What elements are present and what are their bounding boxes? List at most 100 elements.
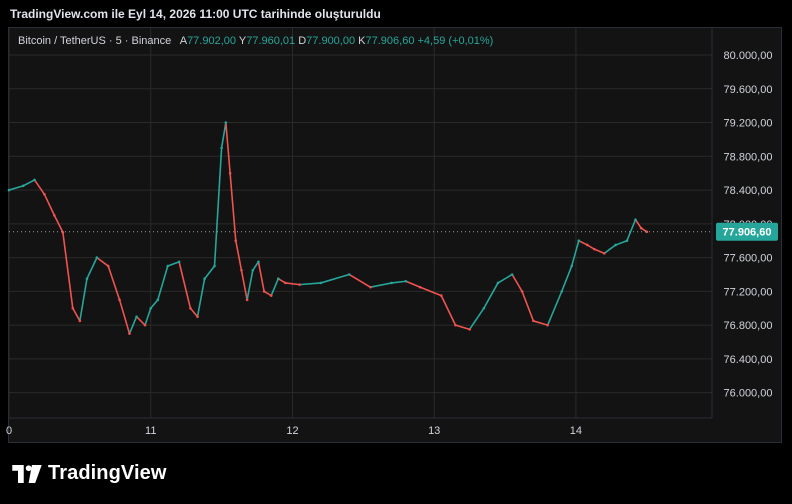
price-point [577, 239, 581, 243]
price-segment [225, 121, 231, 174]
price-segment [270, 277, 280, 297]
price-segment [390, 280, 407, 284]
price-segment [33, 179, 46, 196]
close-value: 77.906,60 [365, 35, 415, 47]
price-segment [577, 239, 589, 246]
price-segment [497, 273, 513, 284]
price-point [85, 277, 89, 281]
price-point [482, 306, 486, 310]
price-chart[interactable]: 80.000,00 79.600,00 79.200,00 78.800,00 78.4… [0, 0, 792, 504]
x-tick-label: 14 [570, 425, 582, 437]
price-point [213, 264, 216, 268]
y-tick-label: 79.200,00 [724, 118, 773, 130]
price-segment [511, 273, 523, 293]
price-segment [79, 277, 88, 322]
high-value: 77.960,01 [246, 35, 296, 47]
price-segment [521, 290, 535, 322]
price-point [634, 218, 637, 221]
price-segment [440, 294, 457, 326]
y-tick-label: 80.000,00 [724, 50, 773, 62]
price-segment [570, 239, 580, 267]
price-point [510, 273, 514, 276]
price-segment [166, 261, 180, 267]
price-point [390, 281, 393, 285]
price-point [224, 121, 228, 124]
price-segment [196, 277, 206, 318]
price-segment [189, 307, 199, 318]
x-tick-label: 12 [286, 425, 298, 437]
price-segment [468, 307, 485, 331]
price-segment [240, 269, 248, 301]
price-point [7, 188, 11, 192]
price-point [245, 298, 249, 302]
price-segment [71, 307, 81, 322]
price-segment [229, 172, 237, 242]
price-point [570, 264, 573, 268]
price-point [614, 243, 617, 247]
price-segment [234, 239, 243, 272]
price-segment [220, 121, 227, 149]
price-segment [251, 261, 260, 272]
y-tick-label: 78.400,00 [724, 185, 773, 197]
x-tick-label: 13 [428, 425, 440, 437]
tradingview-logo-icon [12, 464, 42, 483]
price-segment [348, 273, 372, 288]
price-segment [144, 307, 152, 326]
price-point [33, 178, 36, 182]
price-point [234, 239, 238, 243]
price-segment [203, 265, 216, 280]
price-point [262, 290, 266, 293]
price-point [118, 298, 121, 302]
price-point [53, 214, 56, 217]
price-point [347, 273, 351, 276]
price-point [546, 323, 549, 327]
price-segment [246, 269, 254, 301]
price-point [257, 260, 260, 264]
price-point [454, 323, 457, 327]
price-segment [8, 185, 24, 191]
ohlc-legend: Bitcoin / TetherUS · 5 · Binance A77.902… [18, 35, 493, 47]
price-segment [560, 265, 573, 293]
price-point [625, 239, 629, 243]
price-point [156, 298, 160, 302]
price-point [71, 306, 75, 310]
price-segment [62, 231, 74, 310]
price-point [269, 294, 273, 297]
price-point [143, 323, 147, 327]
close-label: K [358, 35, 366, 47]
price-point [128, 332, 131, 335]
low-label: D [298, 35, 307, 47]
price-segment [603, 244, 617, 255]
x-tick-label: 11 [145, 425, 156, 437]
price-segment [483, 282, 499, 310]
price-segment [118, 299, 131, 335]
price-point [369, 285, 372, 289]
price-segment [107, 265, 121, 301]
price-point [240, 268, 243, 272]
x-tick-label: 0 [6, 425, 12, 437]
price-point [95, 256, 99, 259]
price-segment [43, 193, 56, 217]
price-point [639, 226, 643, 230]
price-segment [298, 282, 322, 286]
price-point [189, 306, 192, 310]
price-point [276, 277, 280, 281]
open-value: 77.902,00 [187, 35, 236, 47]
price-point [468, 328, 471, 331]
price-segment [22, 179, 36, 187]
price-segment [213, 147, 223, 267]
price-point [251, 268, 255, 272]
y-tick-label: 77.200,00 [724, 286, 773, 298]
price-point [319, 281, 323, 285]
tradingview-brand-name: TradingView [48, 462, 167, 484]
tradingview-logo[interactable]: TradingView [12, 462, 167, 485]
price-point [106, 264, 110, 268]
price-point [21, 184, 25, 188]
price-segment [178, 261, 192, 310]
price-segment [369, 282, 393, 288]
price-point [298, 283, 301, 286]
price-point [418, 285, 422, 289]
price-point [43, 192, 46, 196]
price-segment [454, 324, 471, 331]
y-tick-label: 76.000,00 [724, 388, 773, 400]
